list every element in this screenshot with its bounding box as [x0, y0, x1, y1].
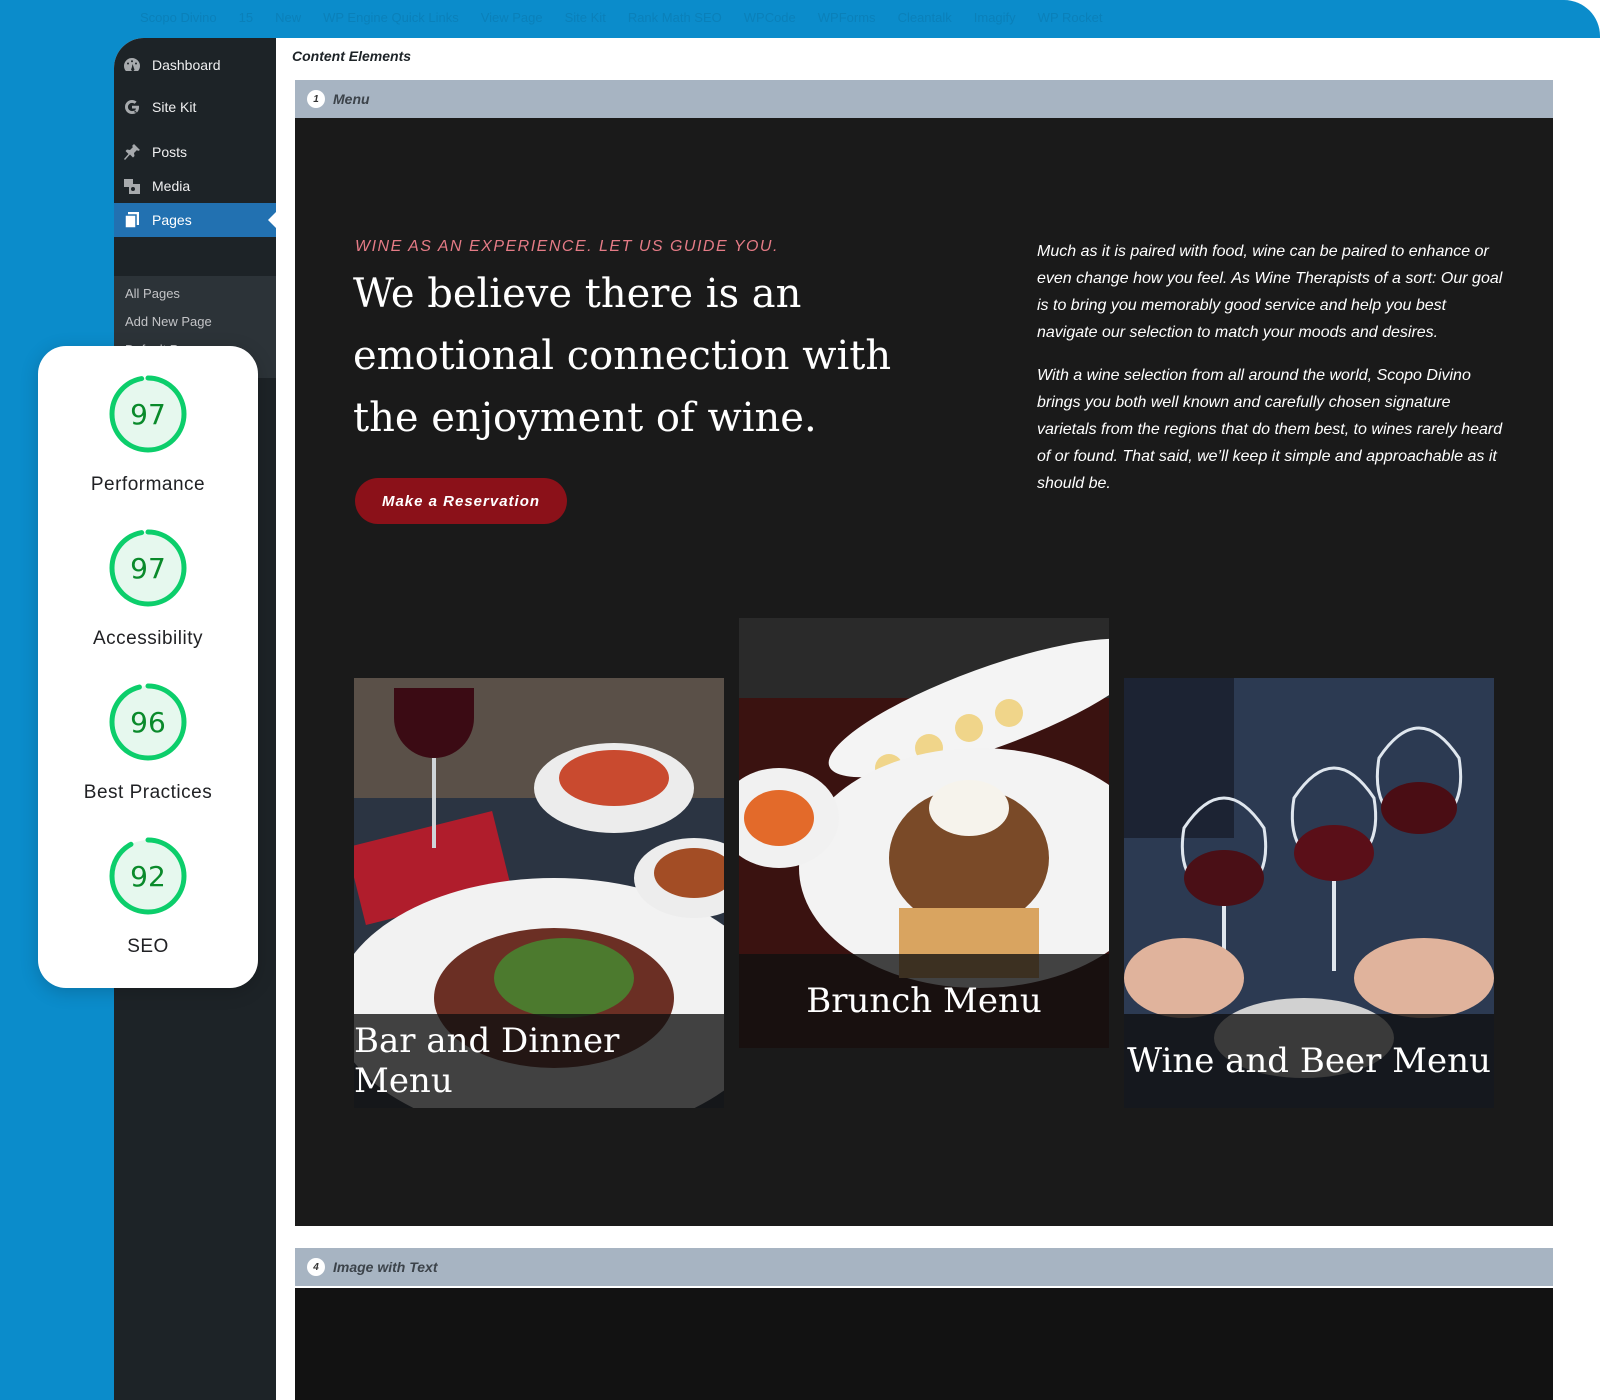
admin-screen: Dashboard Site Kit Posts Media Pages All…	[114, 38, 1600, 1400]
make-reservation-button[interactable]: Make a Reservation	[355, 478, 567, 524]
score-gauge: 97	[108, 374, 188, 454]
sidebar-item-pages[interactable]: Pages	[114, 203, 276, 237]
score-value: 96	[130, 705, 166, 739]
topbar-wpengine[interactable]: WP Engine Quick Links	[323, 10, 459, 34]
sidebar-item-media[interactable]: Media	[114, 169, 276, 203]
score-gauge: 92	[108, 836, 188, 916]
submenu-all-pages[interactable]: All Pages	[125, 286, 180, 301]
image-with-text-preview	[295, 1288, 1553, 1400]
score-value: 92	[130, 859, 166, 893]
section-number: 4	[307, 1258, 325, 1276]
lighthouse-scores-panel: 97 Performance 97 Accessibility 96 Best …	[38, 346, 258, 988]
menu-section-preview: WINE AS AN EXPERIENCE. LET US GUIDE YOU.…	[295, 118, 1553, 1226]
hero-body: Much as it is paired with food, wine can…	[1037, 238, 1507, 513]
menu-card-caption: Bar and Dinner Menu	[354, 1014, 724, 1108]
admin-topbar: Scopo Divino 15 New WP Engine Quick Link…	[140, 10, 1102, 34]
menu-card-wine-beer[interactable]: Wine and Beer Menu	[1124, 678, 1494, 1108]
sidebar-item-dashboard[interactable]: Dashboard	[114, 48, 276, 82]
score-seo: 92 SEO	[38, 836, 258, 958]
topbar-imagify[interactable]: Imagify	[974, 10, 1016, 34]
score-performance: 97 Performance	[38, 374, 258, 496]
score-gauge: 96	[108, 682, 188, 762]
topbar-updates[interactable]: 15	[239, 10, 253, 34]
sidebar-item-label: Pages	[152, 212, 192, 228]
sidebar-item-label: Posts	[152, 144, 188, 160]
pages-icon	[122, 210, 142, 230]
hero-headline: We believe there is an emotional connect…	[353, 271, 892, 441]
score-gauge: 97	[108, 528, 188, 608]
score-best-practices: 96 Best Practices	[38, 682, 258, 804]
sidebar-item-site-kit[interactable]: Site Kit	[114, 90, 276, 124]
section-label: Image with Text	[333, 1259, 438, 1275]
sidebar-item-label: Dashboard	[152, 57, 221, 73]
score-accessibility: 97 Accessibility	[38, 528, 258, 650]
menu-card-brunch[interactable]: Brunch Menu	[739, 618, 1109, 1048]
media-icon	[122, 176, 142, 196]
topbar-wpforms[interactable]: WPForms	[818, 10, 876, 34]
topbar-wpcode[interactable]: WPCode	[744, 10, 796, 34]
dashboard-icon	[122, 55, 142, 75]
score-label: Performance	[90, 474, 206, 495]
topbar-rank-math[interactable]: Rank Math SEO	[628, 10, 722, 34]
hero-eyebrow: WINE AS AN EXPERIENCE. LET US GUIDE YOU.	[355, 238, 779, 255]
section-bar-menu[interactable]: 1 Menu	[295, 80, 1553, 118]
google-g-icon	[122, 97, 142, 117]
menu-card-caption: Brunch Menu	[739, 954, 1109, 1048]
sidebar-item-posts[interactable]: Posts	[114, 135, 276, 169]
hero-paragraph: Much as it is paired with food, wine can…	[1037, 243, 1503, 341]
section-number: 1	[307, 90, 325, 108]
topbar-wp-rocket[interactable]: WP Rocket	[1038, 10, 1103, 34]
menu-card-caption: Wine and Beer Menu	[1124, 1014, 1494, 1108]
topbar-new[interactable]: New	[275, 10, 301, 34]
score-label: Accessibility	[93, 628, 203, 649]
section-label: Menu	[333, 91, 370, 107]
section-bar-image-with-text[interactable]: 4 Image with Text	[295, 1248, 1553, 1286]
topbar-view-page[interactable]: View Page	[481, 10, 543, 34]
sidebar-item-label: Media	[152, 178, 191, 194]
score-label: SEO	[127, 936, 169, 957]
content-elements-title: Content Elements	[292, 48, 412, 64]
score-label: Best Practices	[83, 782, 213, 803]
hero-paragraph: With a wine selection from all around th…	[1037, 367, 1503, 492]
content-editor: Content Elements 1 Menu WINE AS AN EXPER…	[276, 38, 1600, 1400]
menu-card-bar-dinner[interactable]: Bar and Dinner Menu	[354, 678, 724, 1108]
submenu-add-new-page[interactable]: Add New Page	[125, 314, 212, 329]
score-value: 97	[130, 397, 166, 431]
pin-icon	[122, 142, 142, 162]
topbar-site[interactable]: Scopo Divino	[140, 10, 217, 34]
score-value: 97	[130, 551, 166, 585]
topbar-cleantalk[interactable]: Cleantalk	[898, 10, 952, 34]
outer-frame: Scopo Divino 15 New WP Engine Quick Link…	[0, 0, 1600, 1400]
sidebar-item-label: Site Kit	[152, 99, 197, 115]
topbar-site-kit[interactable]: Site Kit	[565, 10, 606, 34]
